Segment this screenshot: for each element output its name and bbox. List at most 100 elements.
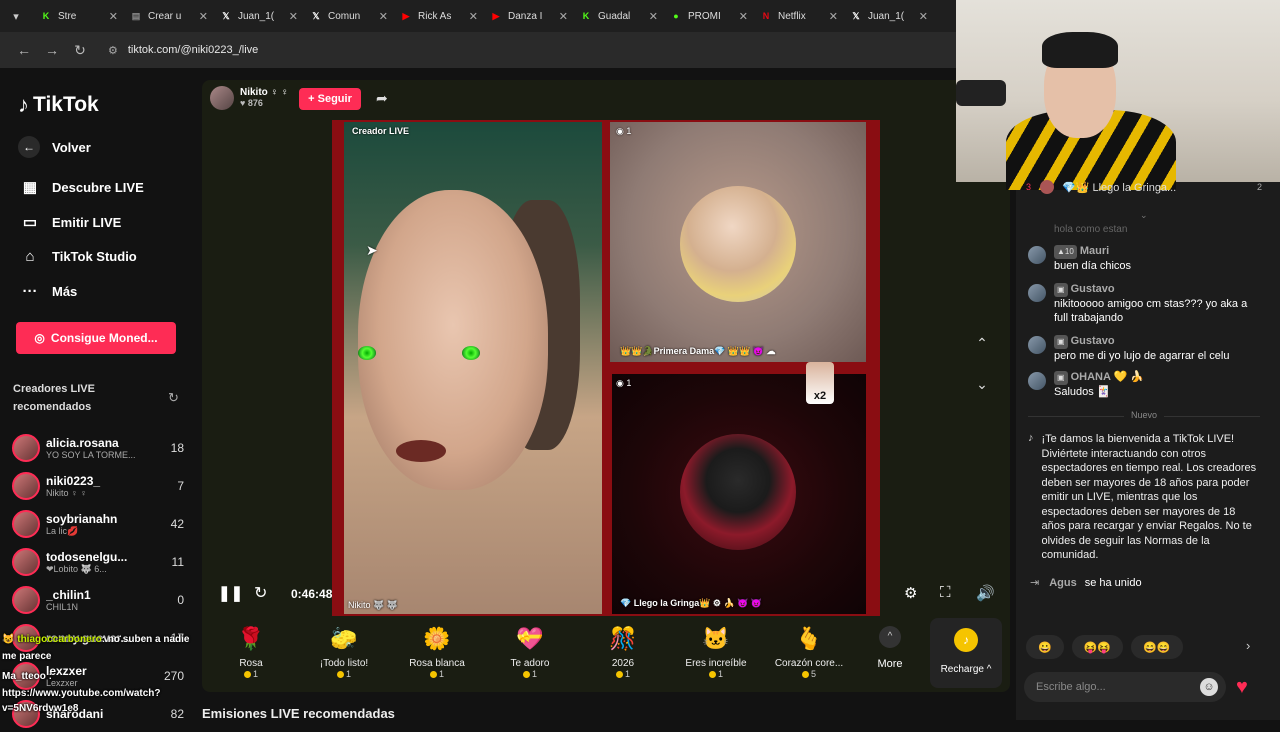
nav-emitir-live[interactable]: ▭ Emitir LIVE <box>20 213 121 231</box>
close-icon[interactable]: ✕ <box>379 10 388 23</box>
browser-tab[interactable]: N Netflix ✕ <box>754 3 844 29</box>
close-icon[interactable]: ✕ <box>469 10 478 23</box>
tab-title: Comun <box>328 10 361 22</box>
site-settings-icon[interactable]: ⚙ <box>108 44 118 57</box>
browser-tab[interactable]: ▶ Danza I ✕ <box>484 3 574 29</box>
guest-video-1[interactable] <box>610 122 866 362</box>
recharge-button[interactable]: ♪ Recharge ^ <box>930 618 1002 688</box>
gift-icon: 🐱 <box>702 626 730 651</box>
recommended-creator[interactable]: alicia.rosana YO SOY LA TORME... 18 <box>12 430 184 466</box>
forward-arrow-icon[interactable]: → <box>38 42 66 58</box>
browser-tab[interactable]: K Guadal ✕ <box>574 3 664 29</box>
chat-username[interactable]: Mauri <box>1080 245 1109 257</box>
browser-tab[interactable]: ▤ Crear u ✕ <box>124 3 214 29</box>
avatar[interactable] <box>1028 246 1046 264</box>
chat-message: ▣ Gustavo pero me di yo lujo de agarrar el… <box>1028 334 1260 363</box>
gift-name: Eres increíble <box>685 658 747 669</box>
tab-search-icon[interactable]: ▾ <box>6 6 26 26</box>
chat-message: ▲10 Mauri buen día chicos <box>1028 244 1260 273</box>
nav-descubre-live[interactable]: ▦ Descubre LIVE <box>20 178 144 196</box>
gift-item[interactable]: 🌹 Rosa 1 <box>206 624 296 688</box>
overlay-chat-line: https://www.youtube.com/watch? <box>2 688 161 699</box>
back-label: Volver <box>52 139 91 155</box>
recommended-creator[interactable]: _chilin1 CHIL1N 0 <box>12 582 184 618</box>
creator-subtitle: Nikito ♀ ♀ <box>46 488 88 498</box>
chat-username[interactable]: OHANA 💛 🍌 <box>1071 371 1144 383</box>
tab-favicon-icon: K <box>42 11 50 21</box>
host-info[interactable]: Nikito ♀ ♀ ♥ 876 <box>210 86 288 110</box>
guest-video-2[interactable] <box>612 374 866 614</box>
coin-icon <box>708 671 716 679</box>
gift-item[interactable]: 🧽 ¡Todo listo! 1 <box>299 624 389 688</box>
avatar[interactable] <box>1028 372 1046 390</box>
coins-label: Consigue Moned... <box>50 331 158 345</box>
refresh-icon[interactable]: ↻ <box>168 390 179 406</box>
close-icon[interactable]: ✕ <box>649 10 658 23</box>
pause-icon[interactable]: ❚❚ <box>218 584 243 602</box>
gift-item[interactable]: 🎊 2026 1 <box>578 624 668 688</box>
reaction-chip[interactable]: 😝😝 <box>1071 635 1124 659</box>
more-gifts-button[interactable]: ^ More <box>872 626 908 670</box>
chat-input[interactable]: Escribe algo... <box>1024 672 1226 702</box>
volume-icon[interactable]: 🔊 <box>976 584 995 602</box>
avatar[interactable] <box>1028 284 1046 302</box>
recommended-creator[interactable]: todosenelgu... ❤Lobito 🐺 6... 11 <box>12 544 184 580</box>
browser-tab[interactable]: ● PROMI ✕ <box>664 3 754 29</box>
get-coins-button[interactable]: ◎ Consigue Moned... <box>16 322 176 354</box>
gift-price: 1 <box>206 669 296 679</box>
webcam-person-hair <box>1042 32 1118 68</box>
top-gifter-bar[interactable]: 3 💎👑 Llego la Gringa... 2 <box>1026 180 1262 194</box>
chevron-right-icon[interactable]: › <box>1246 638 1250 653</box>
fullscreen-icon[interactable]: ⛶ <box>940 584 951 601</box>
overlay-text: : no suben a nadie <box>101 634 190 645</box>
nav-mas[interactable]: ··· Más <box>20 283 78 300</box>
close-icon[interactable]: ✕ <box>559 10 568 23</box>
share-icon[interactable]: ➦ <box>376 90 388 107</box>
nav-tiktok-studio[interactable]: ⌂ TikTok Studio <box>20 248 136 265</box>
recommended-creator[interactable]: soybrianahn La lic💋 42 <box>12 506 184 542</box>
emoji-icon[interactable]: ☺ <box>1200 678 1218 696</box>
reaction-chip[interactable]: 😄😄 <box>1131 635 1183 659</box>
viewer-count: 42 <box>170 517 184 531</box>
recommended-creator[interactable]: sharodani 82 <box>12 696 184 732</box>
close-icon[interactable]: ✕ <box>739 10 748 23</box>
follow-button[interactable]: + Seguir <box>299 88 361 110</box>
close-icon[interactable]: ✕ <box>199 10 208 23</box>
gift-item[interactable]: 💝 Te adoro 1 <box>485 624 575 688</box>
tab-favicon-icon: 𝕏 <box>312 10 320 21</box>
guest-1-tag: 👑👑🐊Primera Dama💎 👑👑 😈 ☁ <box>620 346 776 356</box>
url-field[interactable]: ⚙ tiktok.com/@niki0223_/live <box>108 44 258 57</box>
back-arrow-icon[interactable]: ← <box>10 42 38 58</box>
browser-tab[interactable]: 𝕏 Juan_1(✕ <box>844 3 934 29</box>
refresh-stream-icon[interactable]: ↻ <box>254 583 267 603</box>
heart-icon[interactable]: ♥ <box>1236 676 1248 699</box>
new-messages-divider: Nuevo <box>1028 410 1260 420</box>
browser-tab[interactable]: 𝕏 Juan_1(✕ <box>214 3 304 29</box>
tab-favicon-icon: ▤ <box>131 10 141 21</box>
tiktok-logo[interactable]: ♪ TikTok <box>18 92 99 118</box>
close-icon[interactable]: ✕ <box>829 10 838 23</box>
reload-icon[interactable]: ↻ <box>66 42 94 59</box>
chevron-down-icon[interactable]: ⌄ <box>970 372 994 396</box>
overlay-chat-line: v=5NV6rdvw1e8 <box>2 703 79 714</box>
browser-tab[interactable]: ▶ Rick As ✕ <box>394 3 484 29</box>
avatar[interactable] <box>1028 336 1046 354</box>
close-icon[interactable]: ✕ <box>919 10 928 23</box>
gift-item[interactable]: 🫰 Corazón core... 5 <box>764 624 854 688</box>
browser-tab[interactable]: 𝕏 Comun ✕ <box>304 3 394 29</box>
recommended-creator[interactable]: niki0223_ Nikito ♀ ♀ 7 <box>12 468 184 504</box>
close-icon[interactable]: ✕ <box>109 10 118 23</box>
back-button[interactable]: ← Volver <box>18 136 91 158</box>
settings-icon[interactable]: ⚙ <box>904 584 917 602</box>
chevron-up-icon[interactable]: ⌃ <box>970 331 994 355</box>
scroll-down-icon[interactable]: ⌄ <box>1140 210 1148 221</box>
close-icon[interactable]: ✕ <box>289 10 298 23</box>
gift-item[interactable]: 🌼 Rosa blanca 1 <box>392 624 482 688</box>
tiktok-icon: ♪ <box>1028 432 1034 444</box>
chat-username[interactable]: Gustavo <box>1071 335 1115 347</box>
chat-username[interactable]: Gustavo <box>1071 283 1115 295</box>
gift-item[interactable]: 🐱 Eres increíble 1 <box>671 624 761 688</box>
browser-tab[interactable]: K Stre ✕ <box>34 3 124 29</box>
reaction-chip[interactable]: 😀 <box>1026 635 1064 659</box>
host-avatar[interactable] <box>210 86 234 110</box>
